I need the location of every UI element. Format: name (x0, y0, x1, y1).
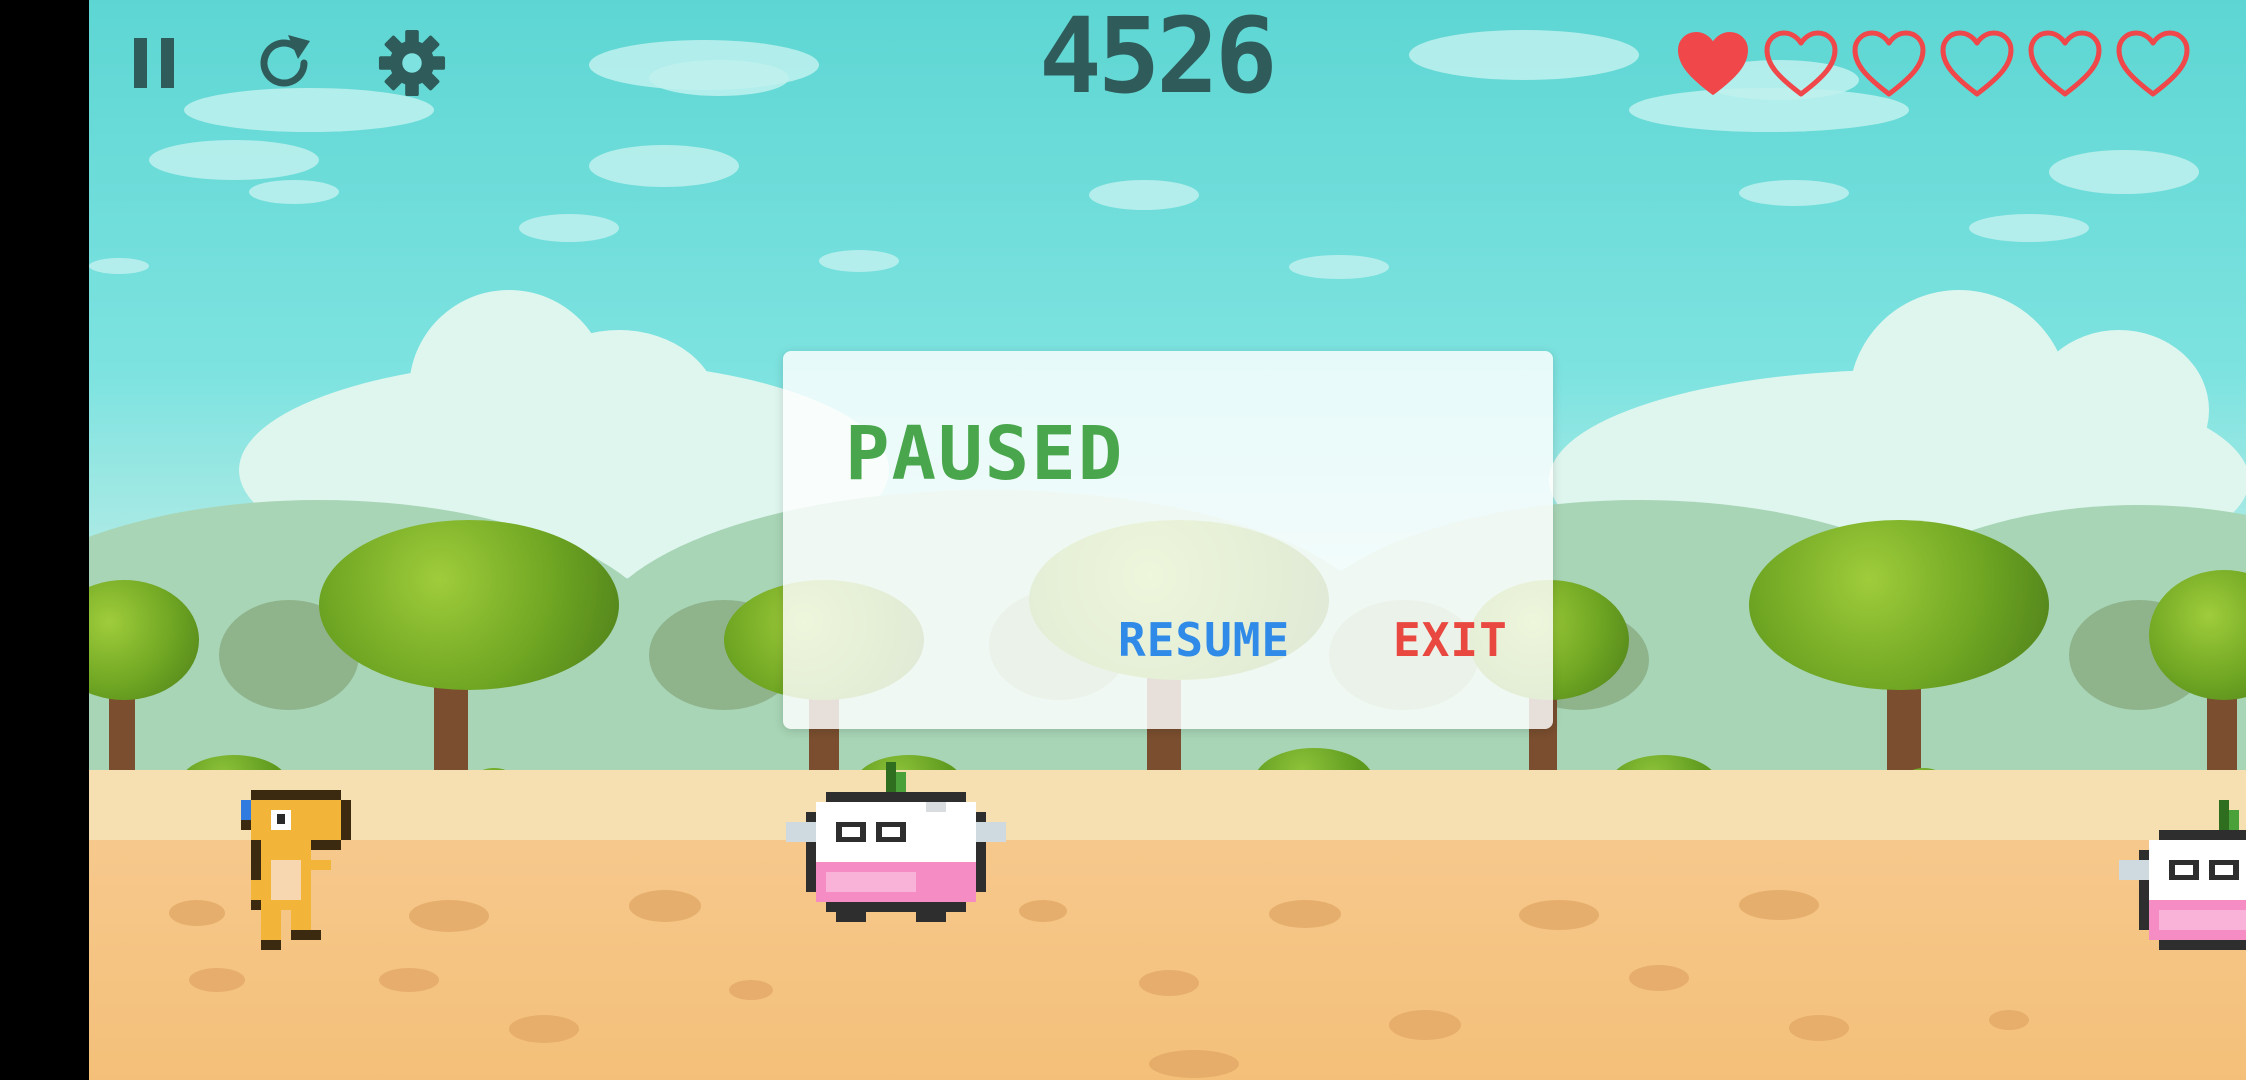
heart-empty-icon (2116, 30, 2190, 97)
resume-button[interactable]: RESUME (1118, 613, 1290, 667)
turnip-enemy (786, 762, 1006, 922)
dinosaur-player (241, 790, 351, 950)
gear-icon (378, 29, 446, 97)
lives-hearts (1675, 30, 2191, 100)
exit-button[interactable]: EXIT (1393, 613, 1508, 667)
settings-button[interactable] (377, 28, 447, 98)
restart-button[interactable] (249, 28, 319, 98)
heart-empty-icon (2028, 30, 2102, 97)
heart-empty-icon (1940, 30, 2014, 97)
game-scene[interactable]: 4526 PAUSED RESUME EXIT (89, 0, 2246, 1080)
restart-icon (260, 35, 310, 87)
pause-dialog: PAUSED RESUME EXIT (783, 351, 1553, 729)
pause-title: PAUSED (845, 411, 1125, 497)
score-counter: 4526 (1039, 0, 1277, 117)
heart-empty-icon (1852, 30, 1926, 97)
ground-edge (89, 770, 2246, 840)
heart-filled-icon (1678, 32, 1748, 95)
pause-icon (134, 38, 174, 88)
pause-button[interactable] (121, 28, 191, 98)
turnip-enemy (2119, 800, 2246, 950)
heart-empty-icon (1764, 30, 1838, 97)
